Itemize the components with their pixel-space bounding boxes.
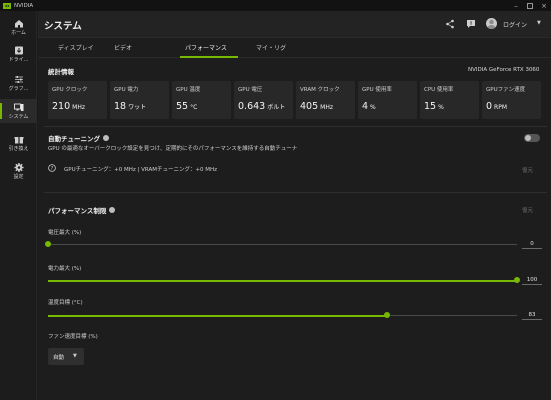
svg-text:?: ? <box>51 166 54 172</box>
sidebar-item-label: グラフ... <box>8 85 29 92</box>
stat-card-gpu-voltage: GPU 電圧 0.643 ボルト <box>234 81 293 119</box>
slider-thumb[interactable] <box>514 277 520 283</box>
stat-card-cpu-usage: CPU 使用率 15% <box>420 81 479 119</box>
divider <box>44 192 547 193</box>
stat-card-gpu-usage: GPU 使用率 4% <box>358 81 417 119</box>
stat-value: 55 °C <box>176 101 198 112</box>
stat-label: GPUファン速度 <box>486 87 526 93</box>
tab-performance[interactable]: パフォーマンス <box>185 43 227 52</box>
auto-tuning-toggle[interactable] <box>524 134 540 142</box>
voltage-max-value[interactable]: 0 <box>522 241 542 249</box>
stats-title: 統計情報 <box>48 68 74 76</box>
sidebar-item-label: 引き換え <box>8 145 29 152</box>
stat-label: VRAM クロック <box>300 87 340 93</box>
slider-thumb[interactable] <box>384 312 391 318</box>
chevron-down-icon[interactable]: ▼ <box>537 20 541 26</box>
stat-value: 405 MHz <box>300 101 333 112</box>
sidebar-item-label: ホーム <box>11 29 26 36</box>
stat-value: 4% <box>362 101 376 112</box>
tab-display[interactable]: ディスプレイ <box>58 43 94 52</box>
sidebar-item-label: システム <box>8 113 29 120</box>
stat-label: CPU 使用率 <box>424 87 454 93</box>
info-icon[interactable] <box>109 207 116 213</box>
login-button[interactable]: ログイン <box>503 20 527 29</box>
auto-tuning-title: 自動チューニング <box>48 133 109 143</box>
help-icon[interactable]: ? <box>48 164 56 172</box>
temperature-target-value[interactable]: 83 <box>522 312 542 320</box>
stat-value: 210 MHz <box>52 101 85 112</box>
slider-fill <box>48 314 388 317</box>
power-max-slider[interactable] <box>48 277 520 283</box>
sidebar-item-settings[interactable]: 設定 <box>0 159 37 183</box>
temperature-target-slider[interactable] <box>48 312 517 318</box>
auto-tuning-description: GPU の最適なオーバークロック設定を見つけ、定期的にそのパフォーマンスを維持す… <box>48 146 298 152</box>
stat-value: 15% <box>424 101 444 112</box>
main-content: 統計情報 NVIDIA GeForce RTX 3060 GPU クロック 21… <box>38 58 551 400</box>
info-icon[interactable] <box>103 135 109 141</box>
auto-tuning-status: GPUチューニング：+0 MHz | VRAMチューニング：+0 MHz <box>64 167 218 173</box>
home-icon <box>14 19 23 27</box>
sidebar-item-graphics[interactable]: グラフ... <box>0 71 37 95</box>
sidebar-item-label: ドライ... <box>8 56 29 63</box>
gpu-name: NVIDIA GeForce RTX 3060 <box>468 67 540 73</box>
stat-card-vram-clock: VRAM クロック 405 MHz <box>296 81 355 119</box>
maximize-icon[interactable] <box>524 0 536 11</box>
power-max-value[interactable]: 100 <box>522 277 542 285</box>
power-max-label: 電力最大 (%) <box>48 266 82 272</box>
title-bar: NVIDIA <box>0 0 551 11</box>
auto-tuning-reset-button[interactable]: 復元 <box>522 166 533 174</box>
share-icon[interactable] <box>445 19 455 29</box>
stat-label: GPU クロック <box>52 87 88 93</box>
stat-label: GPU 電圧 <box>238 87 263 93</box>
stat-card-gpu-clock: GPU クロック 210 MHz <box>48 81 107 119</box>
stat-value: 18 ワット <box>114 101 147 112</box>
stat-card-fan-speed: GPUファン速度 0 RPM <box>482 81 541 119</box>
temperature-target-label: 温度目標 (°C) <box>48 300 83 306</box>
driver-icon <box>14 46 23 54</box>
fan-speed-target-label: ファン速度目標 (%) <box>48 334 98 340</box>
graphics-sliders-icon <box>14 75 23 83</box>
sidebar-item-home[interactable]: ホーム <box>0 15 37 39</box>
stat-value: 0.643 ボルト <box>238 101 286 112</box>
stat-card-gpu-temp: GPU 温度 55 °C <box>172 81 231 119</box>
stat-label: GPU 温度 <box>176 87 201 93</box>
gear-icon <box>14 162 23 172</box>
toggle-knob <box>525 135 531 141</box>
avatar[interactable] <box>486 18 497 29</box>
chevron-down-icon: ▼ <box>73 353 77 359</box>
tab-my-rig[interactable]: マイ・リグ <box>256 43 286 52</box>
tab-bar: ディスプレイ ビデオ パフォーマンス マイ・リグ <box>38 38 551 58</box>
stat-card-gpu-power: GPU 電力 18 ワット <box>110 81 169 119</box>
tab-video[interactable]: ビデオ <box>114 43 132 52</box>
gift-icon <box>14 136 23 143</box>
stat-value: 0 RPM <box>486 101 508 112</box>
performance-limits-title: パフォーマンス制限 <box>48 205 116 215</box>
sidebar: ホーム ドライ... グラフ... システム 引き換え 設定 <box>0 11 37 400</box>
voltage-max-slider[interactable] <box>45 241 517 247</box>
stat-label: GPU 使用率 <box>362 87 392 93</box>
divider <box>44 126 547 127</box>
slider-thumb[interactable] <box>45 241 51 247</box>
sidebar-item-redeem[interactable]: 引き換え <box>0 131 37 155</box>
stat-label: GPU 電力 <box>114 87 139 93</box>
slider-fill <box>48 279 517 282</box>
performance-limits-reset-button[interactable]: 復元 <box>522 206 533 214</box>
page-header: システム ログイン ▼ <box>38 11 551 38</box>
nvidia-logo-icon <box>3 2 11 9</box>
sidebar-item-system[interactable]: システム <box>0 99 37 123</box>
feedback-icon[interactable] <box>466 19 476 29</box>
app-name: NVIDIA <box>14 2 34 9</box>
page-title: システム <box>44 21 82 32</box>
system-icon <box>13 103 23 111</box>
dropdown-value: 自動 <box>53 355 65 361</box>
voltage-max-label: 電圧最大 (%) <box>48 230 82 236</box>
close-icon[interactable]: × <box>538 0 550 11</box>
fan-mode-dropdown[interactable]: 自動 ▼ <box>48 348 84 365</box>
sidebar-item-label: 設定 <box>13 173 24 180</box>
minimize-icon[interactable]: – <box>510 0 522 11</box>
sidebar-item-drivers[interactable]: ドライ... <box>0 42 37 66</box>
